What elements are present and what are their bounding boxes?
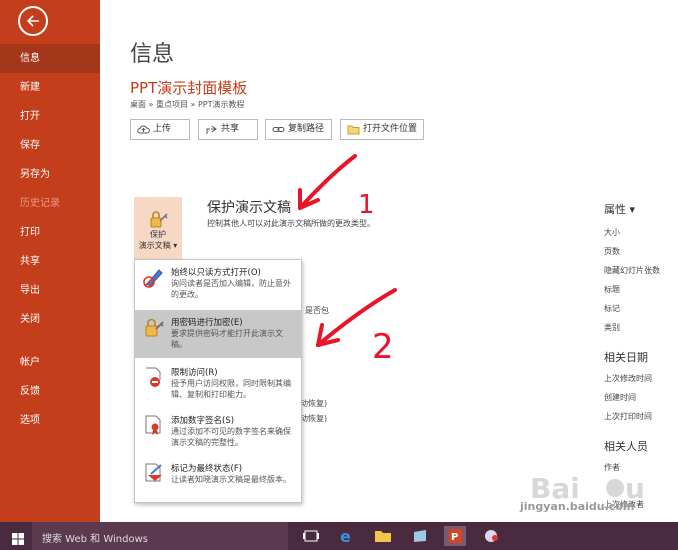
annotation-number-2: 2 — [372, 327, 394, 367]
edge-browser-icon[interactable]: e — [337, 526, 359, 546]
windows-taskbar: 搜索 Web 和 Windows e P — [0, 522, 678, 550]
svg-text:e: e — [340, 527, 351, 546]
powerpoint-app-icon[interactable]: P — [444, 526, 466, 546]
taskbar-search-placeholder: 搜索 Web 和 Windows — [42, 534, 148, 545]
file-explorer-icon[interactable] — [372, 526, 394, 546]
windows-start-icon[interactable] — [12, 530, 24, 549]
baidu-watermark-logo: Bai u — [530, 472, 645, 505]
watermark-text: jingyan.baidu.com — [520, 500, 635, 513]
svg-text:P: P — [451, 532, 458, 543]
task-view-icon[interactable] — [300, 526, 322, 546]
taskbar-search-box[interactable]: 搜索 Web 和 Windows — [32, 522, 288, 550]
app-tray-icon[interactable] — [481, 526, 503, 546]
annotation-number-1: 1 — [358, 190, 375, 220]
store-icon[interactable] — [409, 526, 431, 546]
annotation-arrow-1 — [298, 154, 357, 210]
